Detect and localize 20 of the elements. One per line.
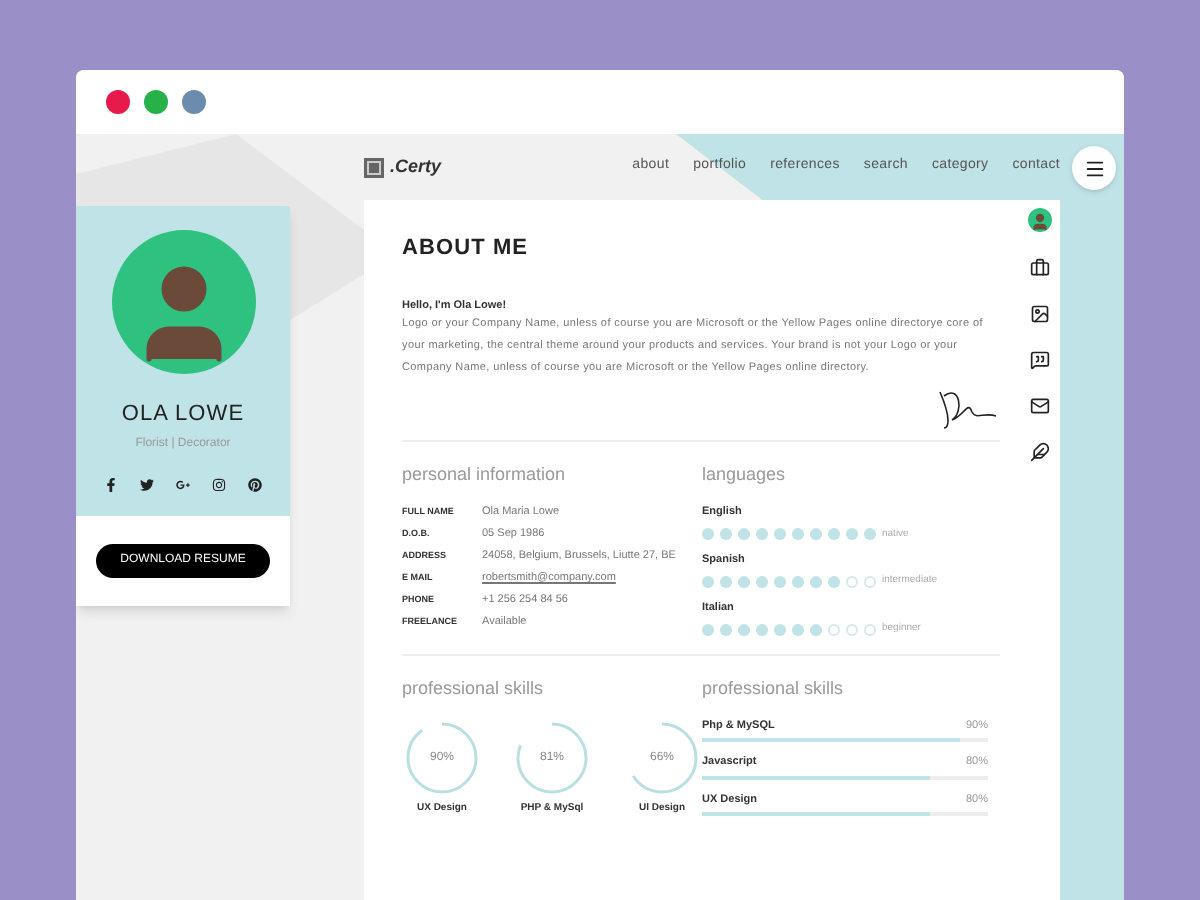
image-icon[interactable] [1030, 304, 1050, 324]
avatar-icon[interactable] [1028, 208, 1052, 232]
profile-name: OLA LOWE [121, 400, 245, 430]
section-heading: personal information [402, 461, 568, 488]
logo-icon [364, 157, 384, 177]
bird-icon[interactable] [140, 477, 154, 491]
menu-icon [1083, 157, 1105, 179]
brand-name[interactable]: .Certy [390, 153, 442, 181]
google-plus-icon[interactable] [176, 477, 190, 491]
facebook-icon[interactable] [104, 477, 118, 491]
briefcase-icon[interactable] [1030, 258, 1050, 278]
quote-icon[interactable] [1030, 350, 1050, 370]
section-heading: professional skills [402, 675, 546, 702]
mail-icon[interactable] [1030, 396, 1050, 416]
camera-icon[interactable] [212, 477, 226, 491]
section-heading: languages [702, 461, 788, 488]
section-heading: professional skills [702, 675, 846, 702]
section-title: ABOUT ME [402, 234, 531, 264]
pin-icon[interactable] [248, 477, 262, 491]
feather-icon[interactable] [1030, 442, 1050, 462]
